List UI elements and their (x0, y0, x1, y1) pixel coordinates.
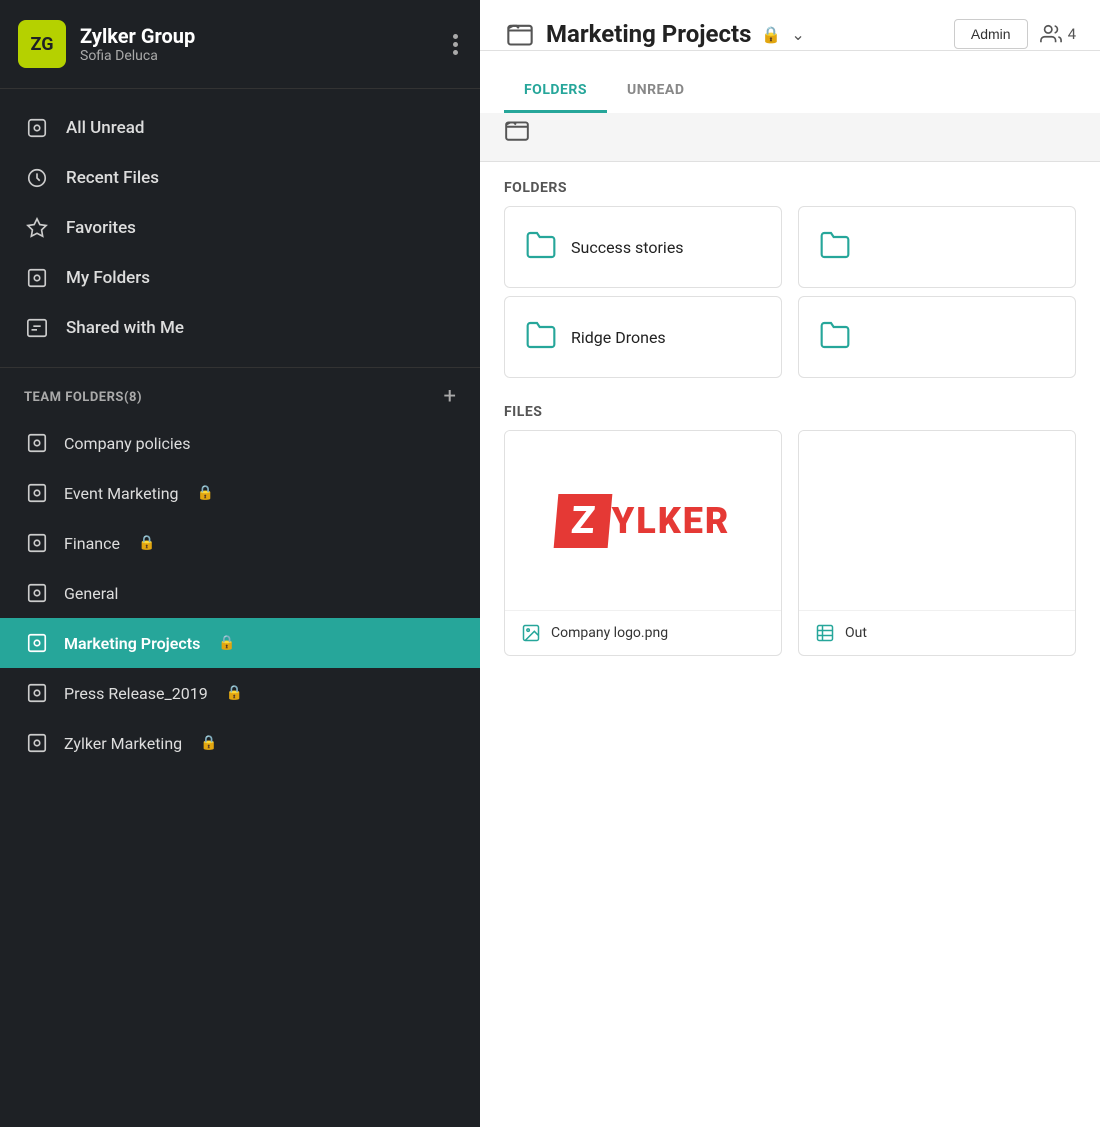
main-folder-icon (504, 18, 536, 50)
file-footer-out: Out (799, 611, 1075, 655)
sidebar-item-event-marketing[interactable]: Event Marketing 🔒 (0, 468, 480, 518)
sidebar-item-shared-with-me[interactable]: Shared with Me (0, 303, 480, 353)
sidebar-item-zylker-marketing[interactable]: Zylker Marketing 🔒 (0, 718, 480, 768)
company-name: Zylker Group (80, 24, 435, 48)
partial-folder-icon-2 (819, 319, 851, 355)
user-name: Sofia Deluca (80, 48, 435, 64)
marketing-projects-lock-icon: 🔒 (218, 635, 235, 651)
finance-lock-icon: 🔒 (138, 535, 155, 551)
my-folders-icon (24, 265, 50, 291)
files-grid: Z YLKER Company logo.png Out (480, 430, 1100, 664)
team-folders-label: TEAM FOLDERS(8) (24, 390, 142, 405)
main-header: Marketing Projects 🔒 ⌄ Admin 4 FOLDERS U… (480, 0, 1100, 51)
files-section-label: FILES (480, 386, 1100, 430)
members-count: 4 (1068, 25, 1076, 43)
main-content: Marketing Projects 🔒 ⌄ Admin 4 FOLDERS U… (480, 0, 1100, 1127)
folder-label-zylker-marketing: Zylker Marketing (64, 734, 182, 753)
folders-section-label: FOLDERS (480, 162, 1100, 206)
nav-label-favorites: Favorites (66, 218, 136, 238)
admin-button[interactable]: Admin (954, 19, 1028, 49)
nav-label-recent-files: Recent Files (66, 168, 159, 188)
main-header-left: Marketing Projects 🔒 ⌄ (504, 18, 944, 50)
members-badge: 4 (1040, 23, 1076, 45)
header-info: Zylker Group Sofia Deluca (80, 24, 435, 64)
folders-grid: Success stories (480, 206, 1100, 296)
sidebar-item-marketing-projects[interactable]: Marketing Projects 🔒 (0, 618, 480, 668)
folder-label-marketing-projects: Marketing Projects (64, 634, 200, 653)
main-header-right: Admin 4 (954, 19, 1076, 49)
file-thumbnail-out (799, 431, 1075, 611)
success-stories-folder-icon (525, 229, 557, 265)
zylker-marketing-icon (24, 730, 50, 756)
sidebar-item-finance[interactable]: Finance 🔒 (0, 518, 480, 568)
folders-grid-row2: Ridge Drones (480, 296, 1100, 386)
event-marketing-icon (24, 480, 50, 506)
sidebar-item-all-unread[interactable]: All Unread (0, 103, 480, 153)
marketing-projects-icon (24, 630, 50, 656)
finance-icon (24, 530, 50, 556)
tab-unread[interactable]: UNREAD (607, 68, 704, 113)
title-dropdown-chevron[interactable]: ⌄ (791, 25, 804, 44)
nav-label-all-unread: All Unread (66, 118, 144, 138)
company-policies-icon (24, 430, 50, 456)
ridge-drones-label: Ridge Drones (571, 328, 666, 347)
folder-label-finance: Finance (64, 534, 120, 553)
partial-folder-icon-1 (819, 229, 851, 265)
file-card-out[interactable]: Out (798, 430, 1076, 656)
general-icon (24, 580, 50, 606)
ridge-drones-folder-icon (525, 319, 557, 355)
folder-label-event-marketing: Event Marketing (64, 484, 179, 503)
nav-label-shared-with-me: Shared with Me (66, 318, 184, 338)
members-icon (1040, 23, 1062, 45)
success-stories-label: Success stories (571, 238, 684, 257)
press-release-lock-icon: 🔒 (226, 685, 243, 701)
team-folders-header: TEAM FOLDERS(8) + (0, 368, 480, 418)
sidebar-nav: All Unread Recent Files Favorites My Fol… (0, 89, 480, 368)
sidebar-item-company-policies[interactable]: Company policies (0, 418, 480, 468)
sidebar-item-press-release-2019[interactable]: Press Release_2019 🔒 (0, 668, 480, 718)
folder-card-partial-right-2[interactable] (798, 296, 1076, 378)
folder-label-company-policies: Company policies (64, 434, 191, 453)
sidebar-item-my-folders[interactable]: My Folders (0, 253, 480, 303)
folder-card-success-stories[interactable]: Success stories (504, 206, 782, 288)
recent-files-icon (24, 165, 50, 191)
zylker-marketing-lock-icon: 🔒 (200, 735, 217, 751)
page-title: Marketing Projects (546, 20, 751, 48)
toolbar-folder-icon (504, 117, 530, 147)
ylker-text: YLKER (612, 500, 731, 542)
folder-card-ridge-drones[interactable]: Ridge Drones (504, 296, 782, 378)
out-filename: Out (845, 625, 867, 641)
zylker-logo-image: Z YLKER (556, 494, 731, 548)
file-thumbnail-company-logo: Z YLKER (505, 431, 781, 611)
title-lock-icon: 🔒 (761, 25, 781, 44)
favorites-icon (24, 215, 50, 241)
sidebar-header: ZG Zylker Group Sofia Deluca (0, 0, 480, 89)
add-team-folder-button[interactable]: + (444, 386, 456, 408)
nav-label-my-folders: My Folders (66, 268, 150, 288)
main-body: FOLDERS Success stories Ridge Drones (480, 103, 1100, 1127)
image-file-icon (521, 623, 541, 643)
all-unread-icon (24, 115, 50, 141)
spreadsheet-file-icon (815, 623, 835, 643)
file-card-company-logo[interactable]: Z YLKER Company logo.png (504, 430, 782, 656)
z-box: Z (553, 494, 612, 548)
sidebar: ZG Zylker Group Sofia Deluca All Unread … (0, 0, 480, 1127)
tab-folders[interactable]: FOLDERS (504, 68, 607, 113)
press-release-icon (24, 680, 50, 706)
folder-label-press-release-2019: Press Release_2019 (64, 684, 208, 703)
sidebar-item-general[interactable]: General (0, 568, 480, 618)
sidebar-item-recent-files[interactable]: Recent Files (0, 153, 480, 203)
avatar: ZG (18, 20, 66, 68)
more-options-button[interactable] (449, 30, 462, 59)
folder-label-general: General (64, 584, 118, 603)
shared-with-me-icon (24, 315, 50, 341)
sidebar-item-favorites[interactable]: Favorites (0, 203, 480, 253)
event-marketing-lock-icon: 🔒 (197, 485, 214, 501)
company-logo-filename: Company logo.png (551, 625, 668, 641)
folder-card-partial-right-1[interactable] (798, 206, 1076, 288)
file-footer-company-logo: Company logo.png (505, 611, 781, 655)
